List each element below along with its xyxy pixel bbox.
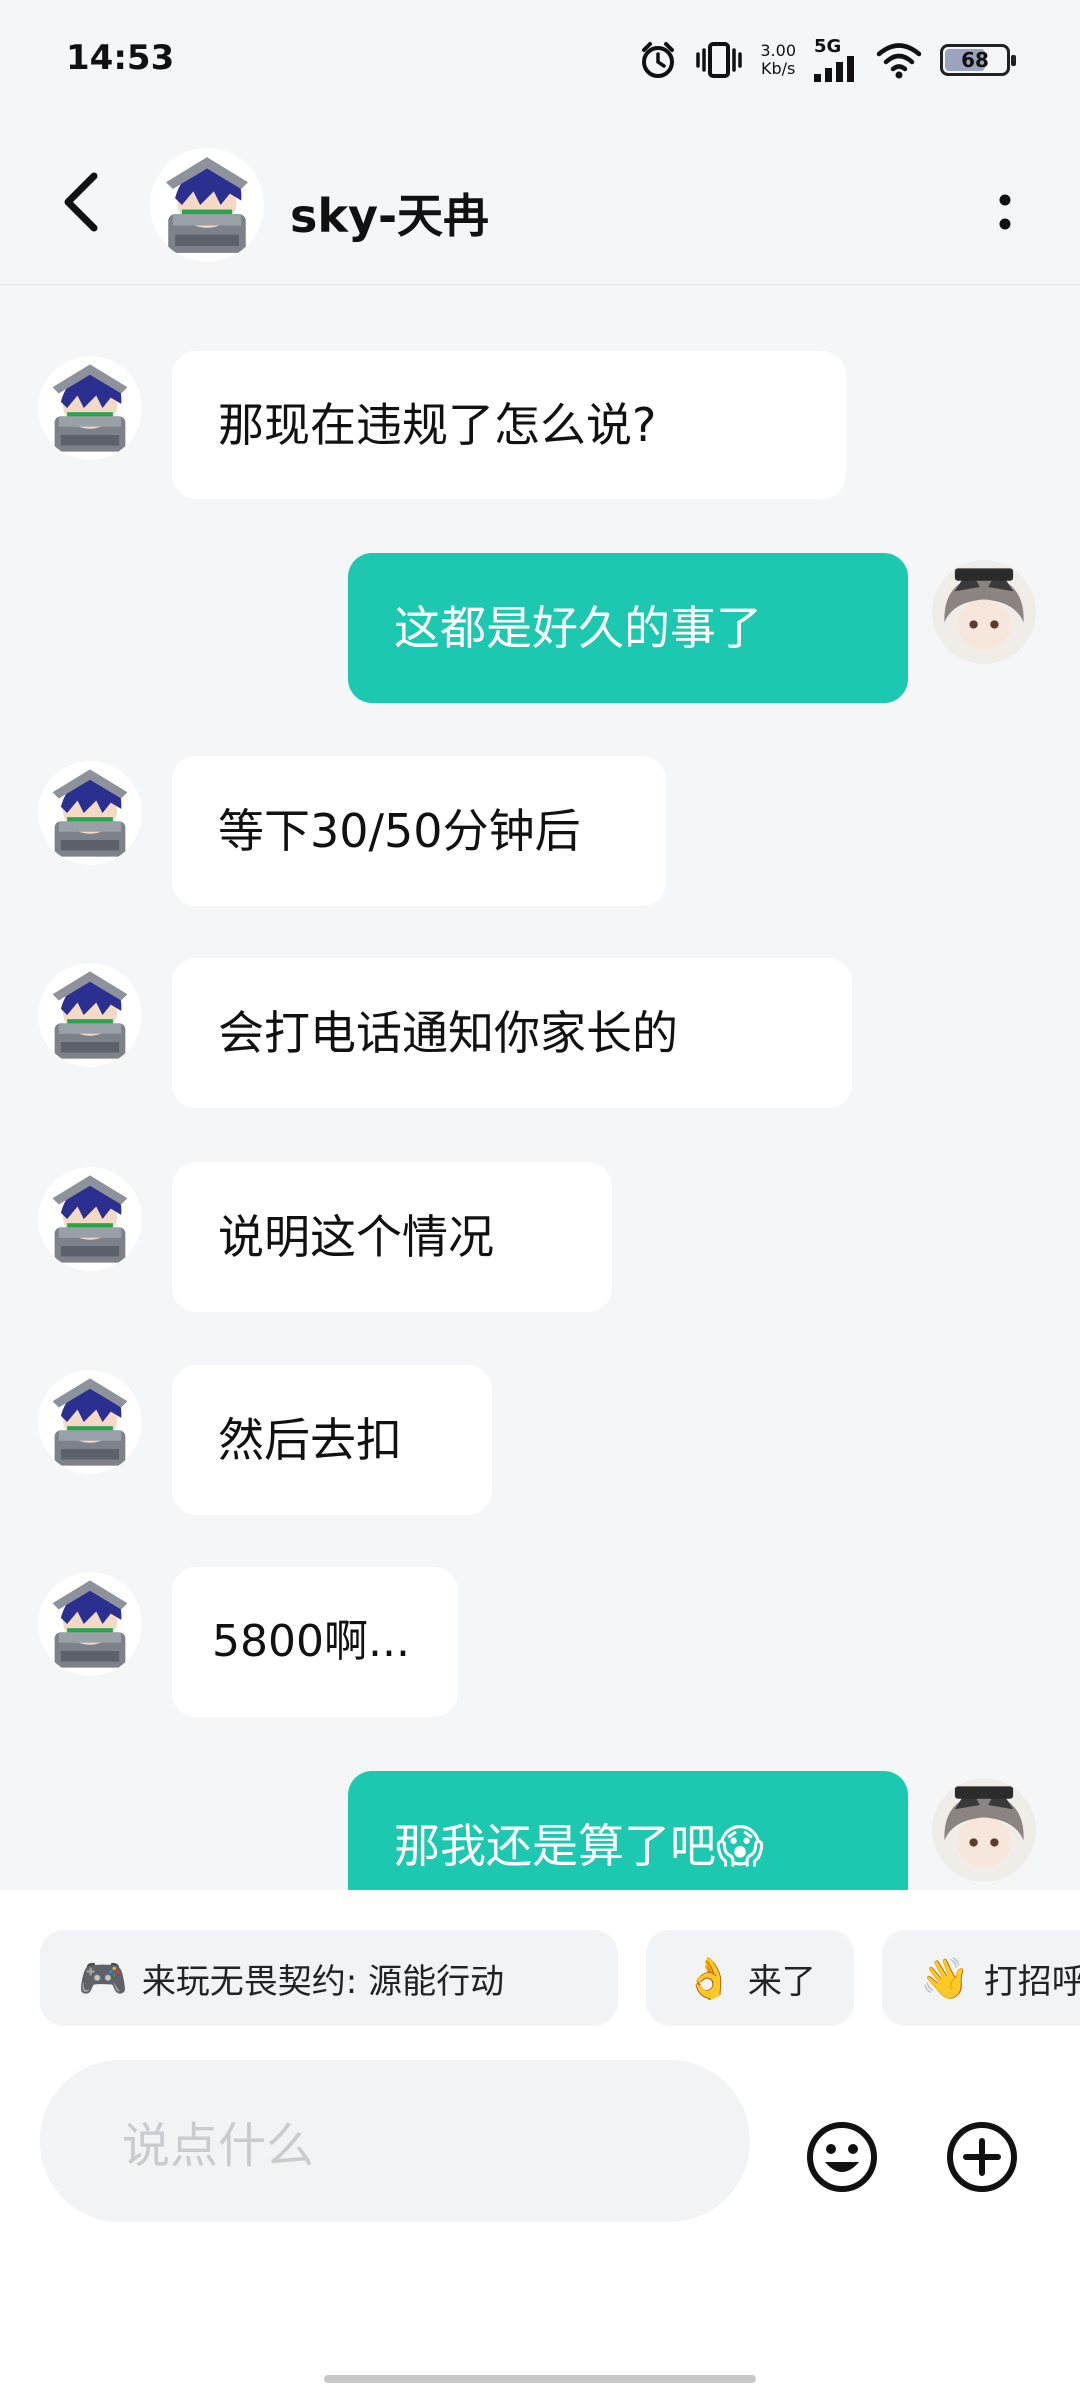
quick-reply-chip[interactable]: 👋 打招呼 <box>882 1930 1080 2026</box>
signal-icon <box>814 56 854 82</box>
message-bubble-incoming[interactable]: 等下30/50分钟后 <box>172 756 666 906</box>
message-bubble-outgoing[interactable]: 那我还是算了吧😱 <box>348 1771 908 1890</box>
battery-level: 68 <box>961 48 989 72</box>
message-bubble-incoming[interactable]: 然后去扣 <box>172 1365 492 1515</box>
status-time: 14:53 <box>66 38 175 78</box>
quick-reply-chip[interactable]: 🎮 来玩无畏契约: 源能行动 <box>40 1930 618 2026</box>
network-speed-value: 3.00 <box>760 41 796 60</box>
battery-icon: 68 <box>940 44 1016 76</box>
contact-avatar[interactable] <box>38 963 142 1067</box>
chat-screen: 14:53 3.00 Kb/s 5G 68 sky-天冉 那现在违规了怎么说? … <box>0 0 1080 2388</box>
my-avatar[interactable] <box>932 560 1036 664</box>
contact-avatar[interactable] <box>38 1370 142 1474</box>
more-vertical-icon[interactable] <box>990 182 1020 242</box>
quick-reply-bar: 🎮 来玩无畏契约: 源能行动 👌 来了 👋 打招呼 <box>0 1890 1080 2080</box>
quick-reply-label: 打招呼 <box>983 1961 1080 2002</box>
waving-hand-icon: 👋 <box>920 1955 970 2002</box>
my-avatar[interactable] <box>932 1778 1036 1882</box>
wifi-icon <box>876 43 922 79</box>
message-input[interactable]: 说点什么 <box>40 2060 750 2222</box>
plus-icon[interactable] <box>945 2120 1019 2194</box>
quick-reply-chip[interactable]: 👌 来了 <box>646 1930 854 2026</box>
chat-header: sky-天冉 <box>0 120 1080 285</box>
contact-name[interactable]: sky-天冉 <box>290 180 489 246</box>
contact-avatar[interactable] <box>38 356 142 460</box>
network-speed-unit: Kb/s <box>761 59 796 78</box>
message-bubble-incoming[interactable]: 说明这个情况 <box>172 1162 612 1312</box>
home-indicator[interactable] <box>324 2375 756 2383</box>
contact-avatar[interactable] <box>38 1167 142 1271</box>
emoji-icon[interactable] <box>805 2120 879 2194</box>
vibrate-icon <box>696 42 743 78</box>
message-bubble-outgoing[interactable]: 这都是好久的事了 <box>348 553 908 703</box>
back-arrow-icon[interactable] <box>50 162 120 242</box>
quick-reply-label: 来玩无畏契约: 源能行动 <box>141 1961 505 2002</box>
network-type: 5G <box>814 36 842 57</box>
cellular-status: 5G <box>814 38 858 82</box>
gamepad-icon: 🎮 <box>78 1955 128 2002</box>
status-icons: 3.00 Kb/s 5G 68 <box>638 32 1016 88</box>
message-bubble-incoming[interactable]: 会打电话通知你家长的 <box>172 958 852 1108</box>
ok-hand-icon: 👌 <box>684 1955 734 2002</box>
contact-avatar[interactable] <box>150 148 264 262</box>
message-bubble-incoming[interactable]: 5800啊... <box>172 1567 458 1717</box>
contact-avatar[interactable] <box>38 1572 142 1676</box>
alarm-icon <box>642 42 675 78</box>
contact-avatar[interactable] <box>38 761 142 865</box>
quick-reply-label: 来了 <box>747 1961 816 2002</box>
message-list[interactable]: 那现在违规了怎么说? 这都是好久的事了 等下30/50分钟后 会打电话通知你家长… <box>0 285 1080 1890</box>
network-speed: 3.00 Kb/s <box>760 42 796 78</box>
status-bar: 14:53 3.00 Kb/s 5G 68 <box>0 0 1080 120</box>
message-bubble-incoming[interactable]: 那现在违规了怎么说? <box>172 351 846 499</box>
